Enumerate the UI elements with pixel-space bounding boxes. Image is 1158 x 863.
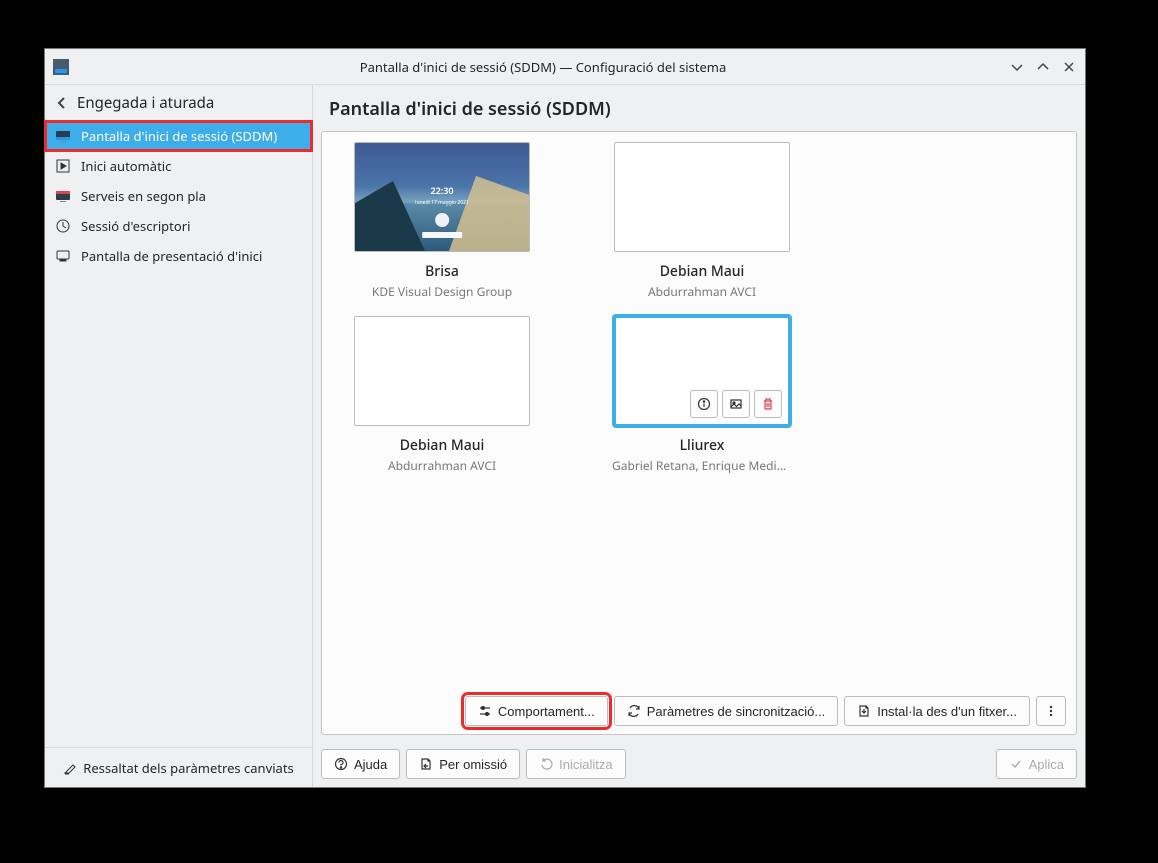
install-label: Instal·la des d'un fitxer... bbox=[877, 704, 1017, 719]
theme-thumbnail bbox=[354, 316, 530, 426]
window-title: Pantalla d'inici de sessió (SDDM) — Conf… bbox=[77, 58, 1009, 76]
maximize-button[interactable] bbox=[1035, 59, 1051, 75]
theme-thumbnail bbox=[614, 316, 790, 426]
sidebar-item-icon bbox=[55, 188, 71, 204]
theme-delete-button[interactable] bbox=[754, 390, 782, 418]
theme-name: Debian Maui bbox=[660, 262, 745, 281]
theme-info-button[interactable] bbox=[690, 390, 718, 418]
close-button[interactable] bbox=[1061, 59, 1077, 75]
theme-author: Gabriel Retana, Enrique Medin... bbox=[612, 457, 792, 474]
reset-label: Inicialitza bbox=[559, 757, 612, 772]
apply-button: Aplica bbox=[996, 749, 1077, 779]
sidebar-item-icon bbox=[55, 128, 71, 144]
sidebar-item-icon bbox=[55, 218, 71, 234]
back-button[interactable]: Engegada i aturada bbox=[45, 85, 312, 121]
sync-label: Paràmetres de sincronització... bbox=[647, 704, 825, 719]
sidebar-item-label: Sessió d'escriptori bbox=[81, 217, 190, 235]
content-frame: 22:30 lunedì 17 maggio 2021 Brisa KDE Visua… bbox=[321, 131, 1077, 735]
theme-thumbnail bbox=[614, 142, 790, 252]
theme-name: Lliurex bbox=[680, 436, 725, 455]
sidebar-item[interactable]: Pantalla d'inici de sessió (SDDM) bbox=[45, 121, 312, 151]
apply-label: Aplica bbox=[1029, 757, 1064, 772]
theme-card[interactable]: Debian Maui Abdurrahman AVCI bbox=[342, 316, 542, 474]
sidebar: Engegada i aturada Pantalla d'inici de s… bbox=[45, 85, 313, 787]
settings-window: Pantalla d'inici de sessió (SDDM) — Conf… bbox=[44, 48, 1086, 788]
app-icon bbox=[53, 59, 69, 75]
theme-name: Brisa bbox=[425, 262, 459, 281]
more-button[interactable] bbox=[1036, 696, 1066, 726]
theme-card[interactable]: Lliurex Gabriel Retana, Enrique Medin... bbox=[602, 316, 802, 474]
theme-author: KDE Visual Design Group bbox=[372, 283, 512, 300]
sidebar-item-icon bbox=[55, 248, 71, 264]
sidebar-item-label: Inici automàtic bbox=[81, 157, 171, 175]
sidebar-item-label: Pantalla d'inici de sessió (SDDM) bbox=[81, 127, 277, 145]
install-button[interactable]: Instal·la des d'un fitxer... bbox=[844, 696, 1030, 726]
preview-input bbox=[422, 232, 462, 238]
highlight-changed-label: Ressaltat dels paràmetres canviats bbox=[83, 759, 294, 777]
sidebar-item[interactable]: Serveis en segon pla bbox=[45, 181, 312, 211]
minimize-button[interactable] bbox=[1009, 59, 1025, 75]
preview-avatar bbox=[435, 213, 449, 227]
sidebar-item-icon bbox=[55, 158, 71, 174]
reset-button: Inicialitza bbox=[526, 749, 625, 779]
main-panel: Pantalla d'inici de sessió (SDDM) 22:30 l… bbox=[313, 85, 1085, 787]
preview-date: lunedì 17 maggio 2021 bbox=[415, 200, 469, 206]
help-button[interactable]: Ajuda bbox=[321, 749, 400, 779]
theme-card[interactable]: 22:30 lunedì 17 maggio 2021 Brisa KDE Visua… bbox=[342, 142, 542, 300]
sidebar-item[interactable]: Pantalla de presentació d'inici bbox=[45, 241, 312, 271]
theme-author: Abdurrahman AVCI bbox=[388, 457, 496, 474]
page-title: Pantalla d'inici de sessió (SDDM) bbox=[329, 97, 1069, 121]
sidebar-item-label: Serveis en segon pla bbox=[81, 187, 206, 205]
behavior-button[interactable]: Comportament... bbox=[465, 696, 608, 726]
page-header: Pantalla d'inici de sessió (SDDM) bbox=[313, 85, 1085, 127]
defaults-label: Per omissió bbox=[439, 757, 507, 772]
theme-thumbnail: 22:30 lunedì 17 maggio 2021 bbox=[354, 142, 530, 252]
theme-author: Abdurrahman AVCI bbox=[648, 283, 756, 300]
back-label: Engegada i aturada bbox=[77, 93, 214, 113]
defaults-button[interactable]: Per omissió bbox=[406, 749, 520, 779]
theme-card[interactable]: Debian Maui Abdurrahman AVCI bbox=[602, 142, 802, 300]
titlebar: Pantalla d'inici de sessió (SDDM) — Conf… bbox=[45, 49, 1085, 85]
theme-background-button[interactable] bbox=[722, 390, 750, 418]
sidebar-item-label: Pantalla de presentació d'inici bbox=[81, 247, 262, 265]
themes-grid: 22:30 lunedì 17 maggio 2021 Brisa KDE Visua… bbox=[322, 132, 1076, 685]
theme-name: Debian Maui bbox=[400, 436, 485, 455]
sync-button[interactable]: Paràmetres de sincronització... bbox=[614, 696, 838, 726]
behavior-label: Comportament... bbox=[498, 704, 595, 719]
highlight-changed-button[interactable]: Ressaltat dels paràmetres canviats bbox=[45, 747, 312, 787]
preview-time: 22:30 bbox=[430, 184, 453, 197]
sidebar-item[interactable]: Sessió d'escriptori bbox=[45, 211, 312, 241]
help-label: Ajuda bbox=[354, 757, 387, 772]
sidebar-item[interactable]: Inici automàtic bbox=[45, 151, 312, 181]
